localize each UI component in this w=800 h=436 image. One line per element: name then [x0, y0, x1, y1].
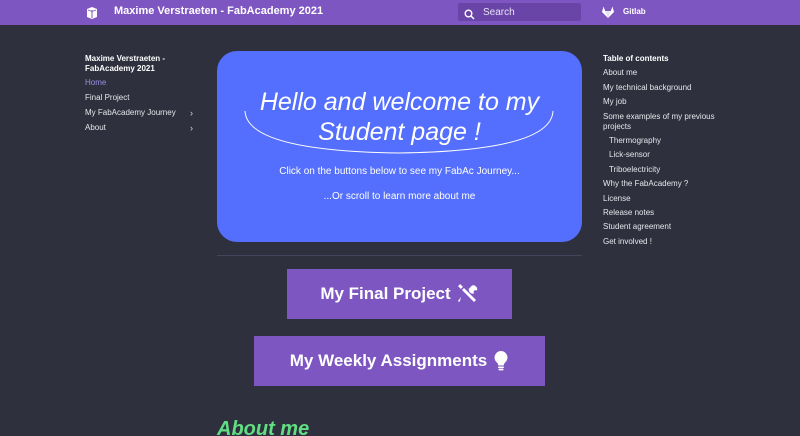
toc-item[interactable]: About me: [603, 68, 723, 78]
toc-item[interactable]: Why the FabAcademy ?: [603, 179, 723, 189]
site-title[interactable]: Maxime Verstraeten - FabAcademy 2021: [114, 5, 323, 17]
toc-item[interactable]: Student agreement: [603, 222, 723, 232]
search-input[interactable]: [483, 6, 578, 18]
toc-subitem[interactable]: Lick-sensor: [603, 150, 723, 160]
nav-item-final-project[interactable]: Final Project: [85, 93, 195, 103]
divider: [217, 255, 582, 256]
chevron-right-icon[interactable]: ›: [190, 108, 193, 118]
toc-item[interactable]: Release notes: [603, 208, 723, 218]
toc-item[interactable]: Some examples of my previous projects: [603, 112, 723, 132]
book-logo-icon[interactable]: [86, 6, 98, 19]
toc-item[interactable]: My technical background: [603, 83, 723, 93]
tools-icon: [457, 284, 477, 302]
repo-link[interactable]: Gitlab: [623, 7, 646, 16]
decorative-underline-curve: [244, 110, 554, 154]
weekly-assignments-button-label: My Weekly Assignments: [289, 351, 488, 370]
nav-item-home[interactable]: Home: [85, 78, 195, 88]
toc-item[interactable]: My job: [603, 97, 723, 107]
final-project-button[interactable]: My Final Project: [287, 269, 512, 319]
search-icon: [464, 7, 475, 20]
table-of-contents: Table of contents About me My technical …: [603, 54, 723, 247]
gitlab-icon[interactable]: [601, 5, 615, 19]
toc-title: Table of contents: [603, 54, 669, 63]
hero-subtitle-scroll: ...Or scroll to learn more about me: [323, 191, 476, 202]
nav-title: Maxime Verstraeten - FabAcademy 2021: [85, 54, 166, 73]
toc-subitem[interactable]: Thermography: [603, 136, 723, 146]
toc-item[interactable]: License: [603, 194, 723, 204]
final-project-button-label: My Final Project: [320, 284, 451, 303]
hero-banner: Hello and welcome to my Student page ! C…: [217, 51, 582, 242]
about-me-heading: About me: [217, 418, 310, 436]
nav-item-label: Final Project: [85, 93, 130, 102]
nav-item-label: My FabAcademy Journey: [85, 108, 176, 117]
lightbulb-icon: [494, 351, 508, 371]
toc-subitem[interactable]: Triboelectricity: [603, 165, 723, 175]
top-header: Maxime Verstraeten - FabAcademy 2021 Git…: [0, 0, 800, 25]
left-navigation: Maxime Verstraeten - FabAcademy 2021 Hom…: [85, 54, 195, 133]
weekly-assignments-button[interactable]: My Weekly Assignments: [254, 336, 545, 386]
nav-item-fabacademy-journey[interactable]: My FabAcademy Journey ›: [85, 108, 195, 118]
nav-item-label: Home: [85, 78, 107, 87]
chevron-right-icon[interactable]: ›: [190, 123, 193, 133]
toc-item[interactable]: Get involved !: [603, 237, 723, 247]
nav-item-label: About: [85, 123, 106, 132]
hero-subtitle-buttons: Click on the buttons below to see my Fab…: [279, 166, 520, 177]
search-box[interactable]: [458, 3, 581, 21]
nav-item-about[interactable]: About ›: [85, 123, 195, 133]
